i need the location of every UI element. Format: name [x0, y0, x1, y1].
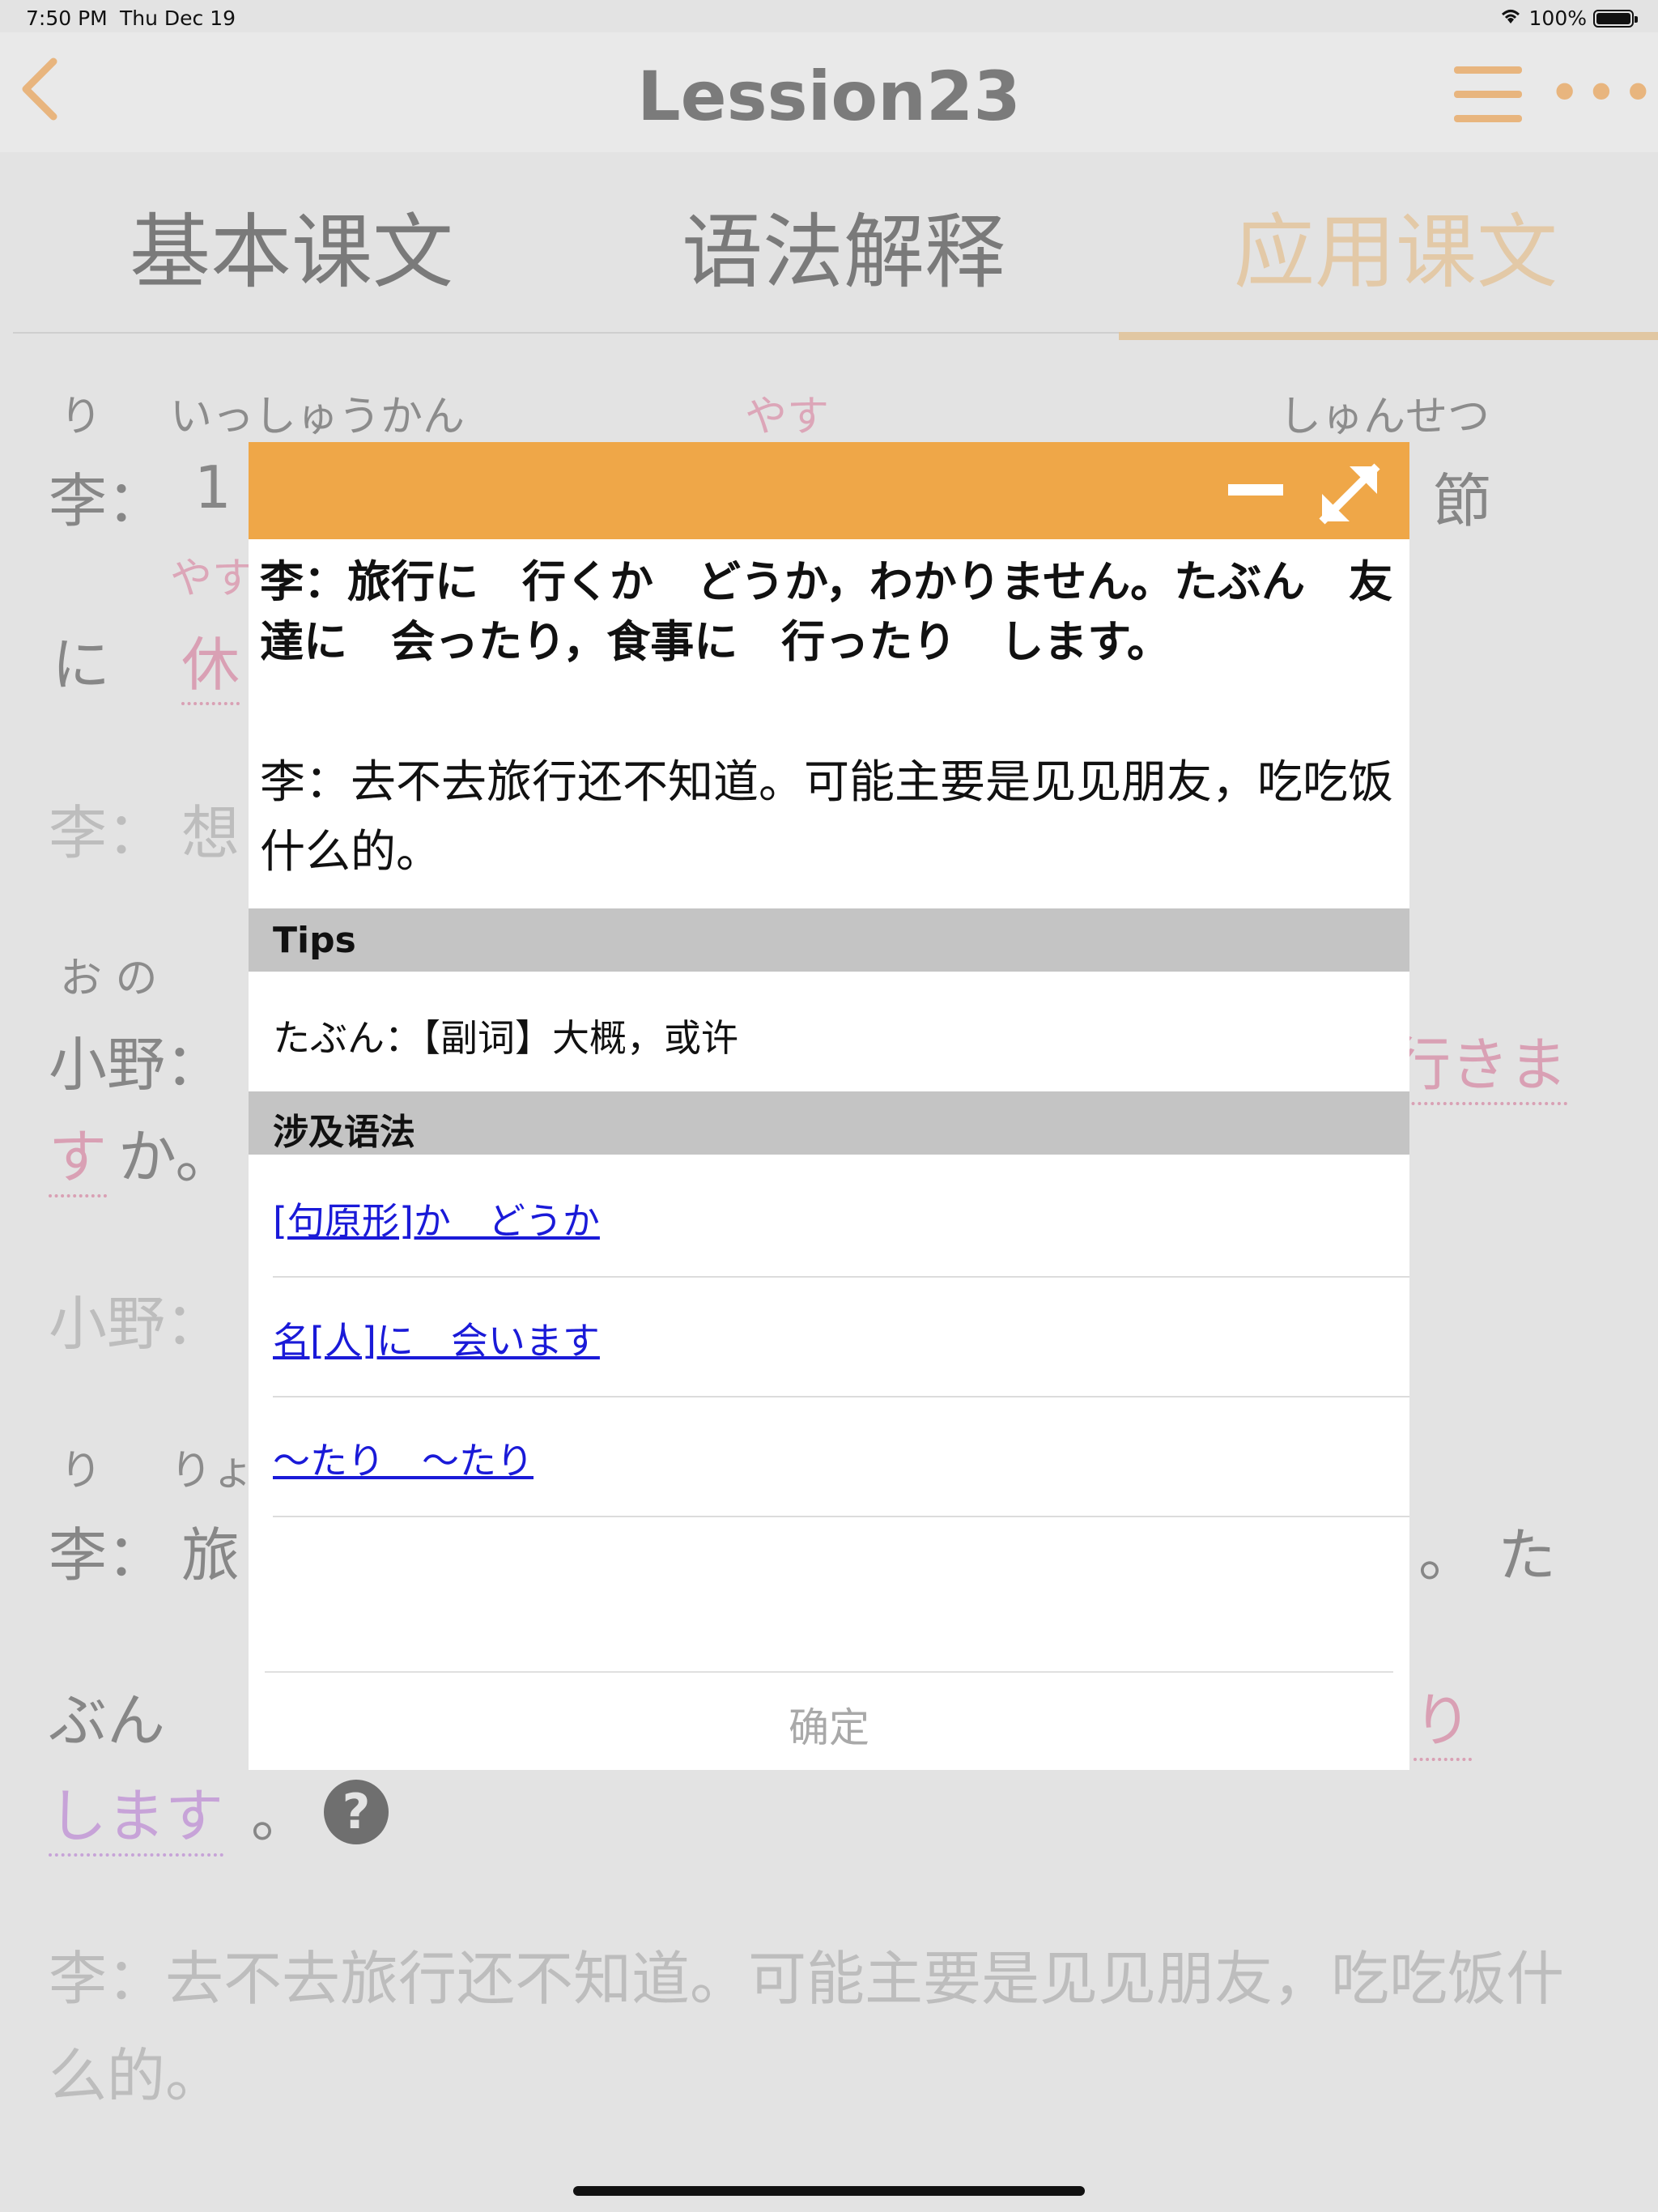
sentence-text: 節: [1433, 467, 1492, 535]
wifi-icon: [1499, 6, 1523, 30]
ruby: やす: [170, 555, 255, 603]
ruby: り: [60, 1447, 103, 1495]
vocab-word[interactable]: す: [49, 1109, 108, 1197]
sentence-detail-dialog: 李：旅行に 行くか どうか，わかりません。たぶん 友達に 会ったり，食事に 行っ…: [249, 442, 1409, 1770]
vocab-word[interactable]: り: [1414, 1673, 1473, 1761]
tips-section-header: [249, 908, 1409, 972]
speaker-label: 小野：: [49, 1031, 224, 1099]
translation-text: 李：: [49, 799, 166, 867]
sentence-text: ぶん: [49, 1687, 166, 1755]
minimize-icon[interactable]: [1228, 484, 1283, 496]
menu-icon[interactable]: [1454, 66, 1522, 123]
ruby: しゅんせつ: [1279, 393, 1490, 441]
status-date: Thu Dec 19: [120, 6, 236, 30]
translation-text: 小野：: [49, 1290, 224, 1358]
sentence-text: 旅: [181, 1521, 240, 1589]
tab-active-indicator: [1119, 332, 1658, 340]
speaker-label: 李：: [49, 467, 166, 535]
sentence-text: 。: [1418, 1521, 1477, 1589]
ruby: りょ: [170, 1447, 255, 1495]
translation-text: 李：去不去旅行还不知道。可能主要是见见朋友，吃吃饭什么的。: [49, 1945, 1565, 2110]
sentence-text: に: [52, 631, 111, 699]
grammar-link[interactable]: 名[人]に 会います: [273, 1312, 600, 1365]
chinese-translation: 李：去不去旅行还不知道。可能主要是见见朋友，吃吃饭什么的。: [260, 756, 1393, 878]
tab-grammar[interactable]: 语法解释: [682, 186, 1005, 304]
row-divider: [273, 1516, 1409, 1517]
status-time: 7:50 PM: [26, 6, 108, 30]
vocab-word[interactable]: 行きま: [1392, 1017, 1568, 1105]
help-icon[interactable]: ?: [324, 1780, 389, 1844]
vocab-word[interactable]: 休: [181, 617, 240, 705]
tab-basic-text[interactable]: 基本课文: [130, 186, 453, 304]
translation-text: 想: [181, 799, 240, 867]
ruby: やす: [745, 393, 830, 441]
row-divider: [273, 1276, 1409, 1278]
sentence-text: か。: [118, 1123, 234, 1191]
battery-percent: 100%: [1528, 6, 1587, 30]
tips-label: Tips: [273, 920, 356, 961]
grammar-label: 涉及语法: [273, 1112, 415, 1153]
sentence-text: 1: [194, 453, 232, 521]
sentence-text: 。: [251, 1782, 310, 1850]
speaker-label: 李：: [49, 1521, 166, 1589]
home-indicator[interactable]: [573, 2186, 1085, 2196]
grammar-link[interactable]: [句原形]か どうか: [273, 1192, 600, 1245]
japanese-sentence: 李：旅行に 行くか どうか，わかりません。たぶん 友達に 会ったり，食事に 行っ…: [260, 556, 1393, 667]
status-indicators: 100%: [1499, 6, 1638, 30]
grammar-link[interactable]: ～たり ～たり: [273, 1431, 534, 1485]
expand-icon[interactable]: [1319, 463, 1380, 525]
sentence-text: た: [1498, 1521, 1557, 1589]
confirm-button[interactable]: 确定: [249, 1695, 1409, 1754]
grammar-section-header: [249, 1091, 1409, 1155]
row-divider: [273, 1396, 1409, 1397]
tip-text: たぶん：【副词】大概，或许: [273, 1016, 738, 1060]
ruby: り: [60, 393, 103, 441]
more-options-icon[interactable]: •••: [1548, 65, 1658, 121]
battery-icon: [1593, 9, 1638, 28]
page-title: Lession23: [637, 57, 1021, 136]
confirm-divider: [265, 1671, 1393, 1673]
grammar-word[interactable]: します: [49, 1768, 224, 1857]
ruby: お の: [60, 955, 158, 1003]
tab-applied-text[interactable]: 应用课文: [1234, 186, 1558, 304]
ruby: いっしゅうかん: [170, 393, 466, 441]
